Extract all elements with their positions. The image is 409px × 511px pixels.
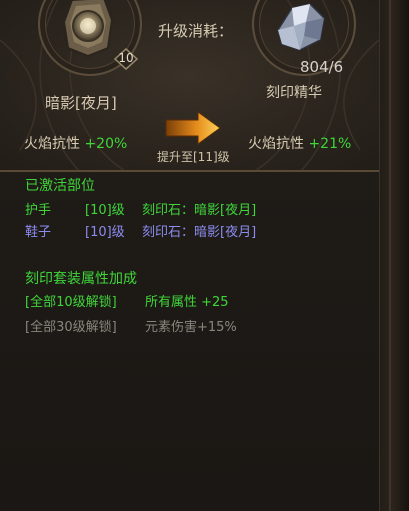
level-badge [114,48,138,70]
set-bonus-row: [全部30级解锁] 元素伤害+15% [25,316,237,335]
activated-title: 已激活部位 [25,178,95,194]
engraving-stone-icon[interactable] [58,0,118,60]
part-slot: 鞋子 [25,225,52,240]
bonus-effect: 元素伤害+15% [145,320,237,335]
bonus-condition: [全部10级解锁] [25,295,117,310]
set-bonus-row: [全部10级解锁] 所有属性 +25 [25,291,229,310]
stat-before: 火焰抗性 +20% [24,133,127,153]
bonus-effect: 所有属性 +25 [145,295,229,310]
stat-before-value: +20% [84,136,128,152]
material-name: 刻印精华 [266,85,322,101]
upgrade-header: 10 暗影[夜月] 升级消耗： 804/6 刻印精华 火焰抗性 +20% 提升至… [0,0,379,172]
activated-part-row: 鞋子 [10]级 刻印石：暗影[夜月] [25,221,256,240]
stat-after-value: +21% [308,136,352,152]
cost-label: 升级消耗： [158,22,234,40]
stat-after-label: 火焰抗性 [248,136,304,152]
upgrade-caption: 提升至[11]级 [157,150,230,164]
stat-after: 火焰抗性 +21% [248,133,351,153]
details-section: 已激活部位 护手 [10]级 刻印石：暗影[夜月] 鞋子 [10]级 刻印石：暗影[夜月… [0,172,379,511]
part-stone: 刻印石：暗影[夜月] [142,225,257,240]
set-bonus-title: 刻印套装属性加成 [25,271,137,287]
stat-before-label: 火焰抗性 [24,136,80,152]
part-level: [10]级 [85,225,125,240]
part-stone: 刻印石：暗影[夜月] [142,203,257,218]
panel-frame-edge [379,0,409,511]
part-slot: 护手 [25,203,52,218]
activated-part-row: 护手 [10]级 刻印石：暗影[夜月] [25,199,256,218]
engraving-upgrade-panel: 10 暗影[夜月] 升级消耗： 804/6 刻印精华 火焰抗性 +20% 提升至… [0,0,409,511]
part-level: [10]级 [85,203,125,218]
item-name: 暗影[夜月] [45,94,117,112]
arrow-right-icon [165,111,221,145]
crystal-essence-icon[interactable] [270,0,330,55]
bonus-condition: [全部30级解锁] [25,320,117,335]
material-count: 804/6 [300,58,344,76]
